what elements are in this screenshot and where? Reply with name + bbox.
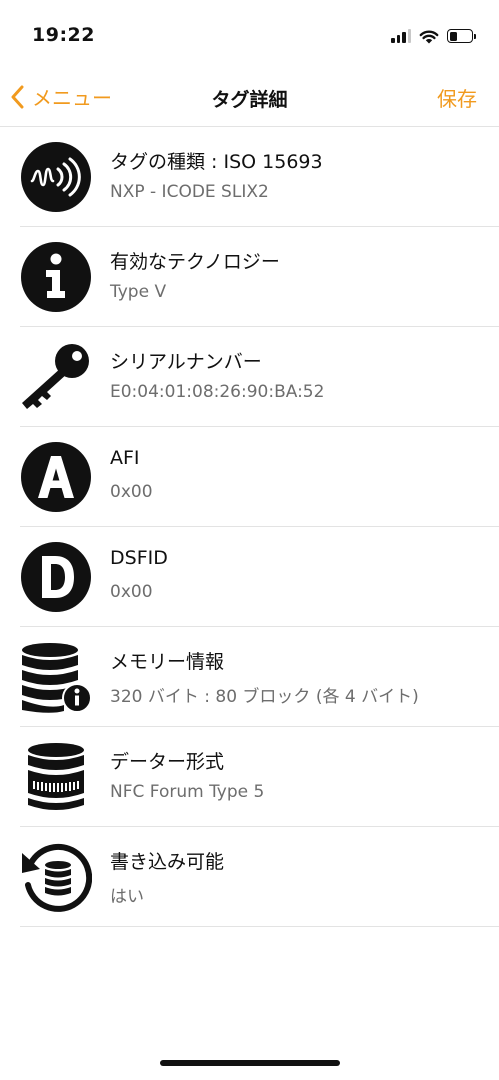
list-item-dsfid[interactable]: DSFID 0x00 bbox=[20, 527, 499, 627]
item-value: Type V bbox=[110, 282, 167, 302]
item-value: 320 バイト : 80 ブロック (各 4 バイト) bbox=[110, 687, 419, 707]
item-value: 0x00 bbox=[110, 482, 153, 502]
data-format-icon bbox=[20, 741, 92, 813]
item-title: 書き込み可能 bbox=[110, 851, 225, 873]
database-info-icon bbox=[20, 641, 92, 713]
list-item-afi[interactable]: AFI 0x00 bbox=[20, 427, 499, 527]
navigation-bar: メニュー タグ詳細 保存 bbox=[0, 72, 499, 127]
page-title: タグ詳細 bbox=[211, 89, 288, 111]
list-item-writable[interactable]: 書き込み可能 はい bbox=[20, 827, 499, 927]
item-title: AFI bbox=[110, 447, 140, 469]
status-icons bbox=[391, 26, 476, 46]
battery-icon bbox=[447, 29, 476, 43]
wifi-icon bbox=[419, 30, 439, 43]
save-button[interactable]: 保存 bbox=[437, 83, 477, 112]
status-bar: 19:22 bbox=[0, 0, 499, 70]
item-title: タグの種類 : ISO 15693 bbox=[110, 151, 323, 173]
item-value: 0x00 bbox=[110, 582, 153, 602]
info-icon bbox=[20, 241, 92, 313]
home-indicator[interactable] bbox=[160, 1060, 340, 1066]
cellular-signal-icon bbox=[391, 29, 411, 43]
item-title: メモリー情報 bbox=[110, 651, 225, 673]
letter-a-icon bbox=[20, 441, 92, 513]
item-title: シリアルナンバー bbox=[110, 351, 262, 373]
item-value: E0:04:01:08:26:90:BA:52 bbox=[110, 382, 325, 402]
key-icon bbox=[20, 341, 92, 413]
nfc-icon bbox=[20, 141, 92, 213]
item-value: NXP - ICODE SLIX2 bbox=[110, 182, 269, 202]
item-title: データー形式 bbox=[110, 751, 225, 773]
item-title: 有効なテクノロジー bbox=[110, 251, 280, 273]
list-item-tag-type[interactable]: タグの種類 : ISO 15693 NXP - ICODE SLIX2 bbox=[20, 127, 499, 227]
list-item-memory-info[interactable]: メモリー情報 320 バイト : 80 ブロック (各 4 バイト) bbox=[20, 627, 499, 727]
item-value: はい bbox=[110, 887, 144, 907]
item-title: DSFID bbox=[110, 547, 168, 569]
list-item-data-format[interactable]: データー形式 NFC Forum Type 5 bbox=[20, 727, 499, 827]
database-refresh-icon bbox=[20, 841, 92, 913]
item-value: NFC Forum Type 5 bbox=[110, 782, 265, 802]
tag-detail-list: タグの種類 : ISO 15693 NXP - ICODE SLIX2 有効なテ… bbox=[0, 127, 499, 927]
status-time: 19:22 bbox=[32, 24, 95, 46]
list-item-serial-number[interactable]: シリアルナンバー E0:04:01:08:26:90:BA:52 bbox=[20, 327, 499, 427]
letter-d-icon bbox=[20, 541, 92, 613]
list-item-technology[interactable]: 有効なテクノロジー Type V bbox=[20, 227, 499, 327]
